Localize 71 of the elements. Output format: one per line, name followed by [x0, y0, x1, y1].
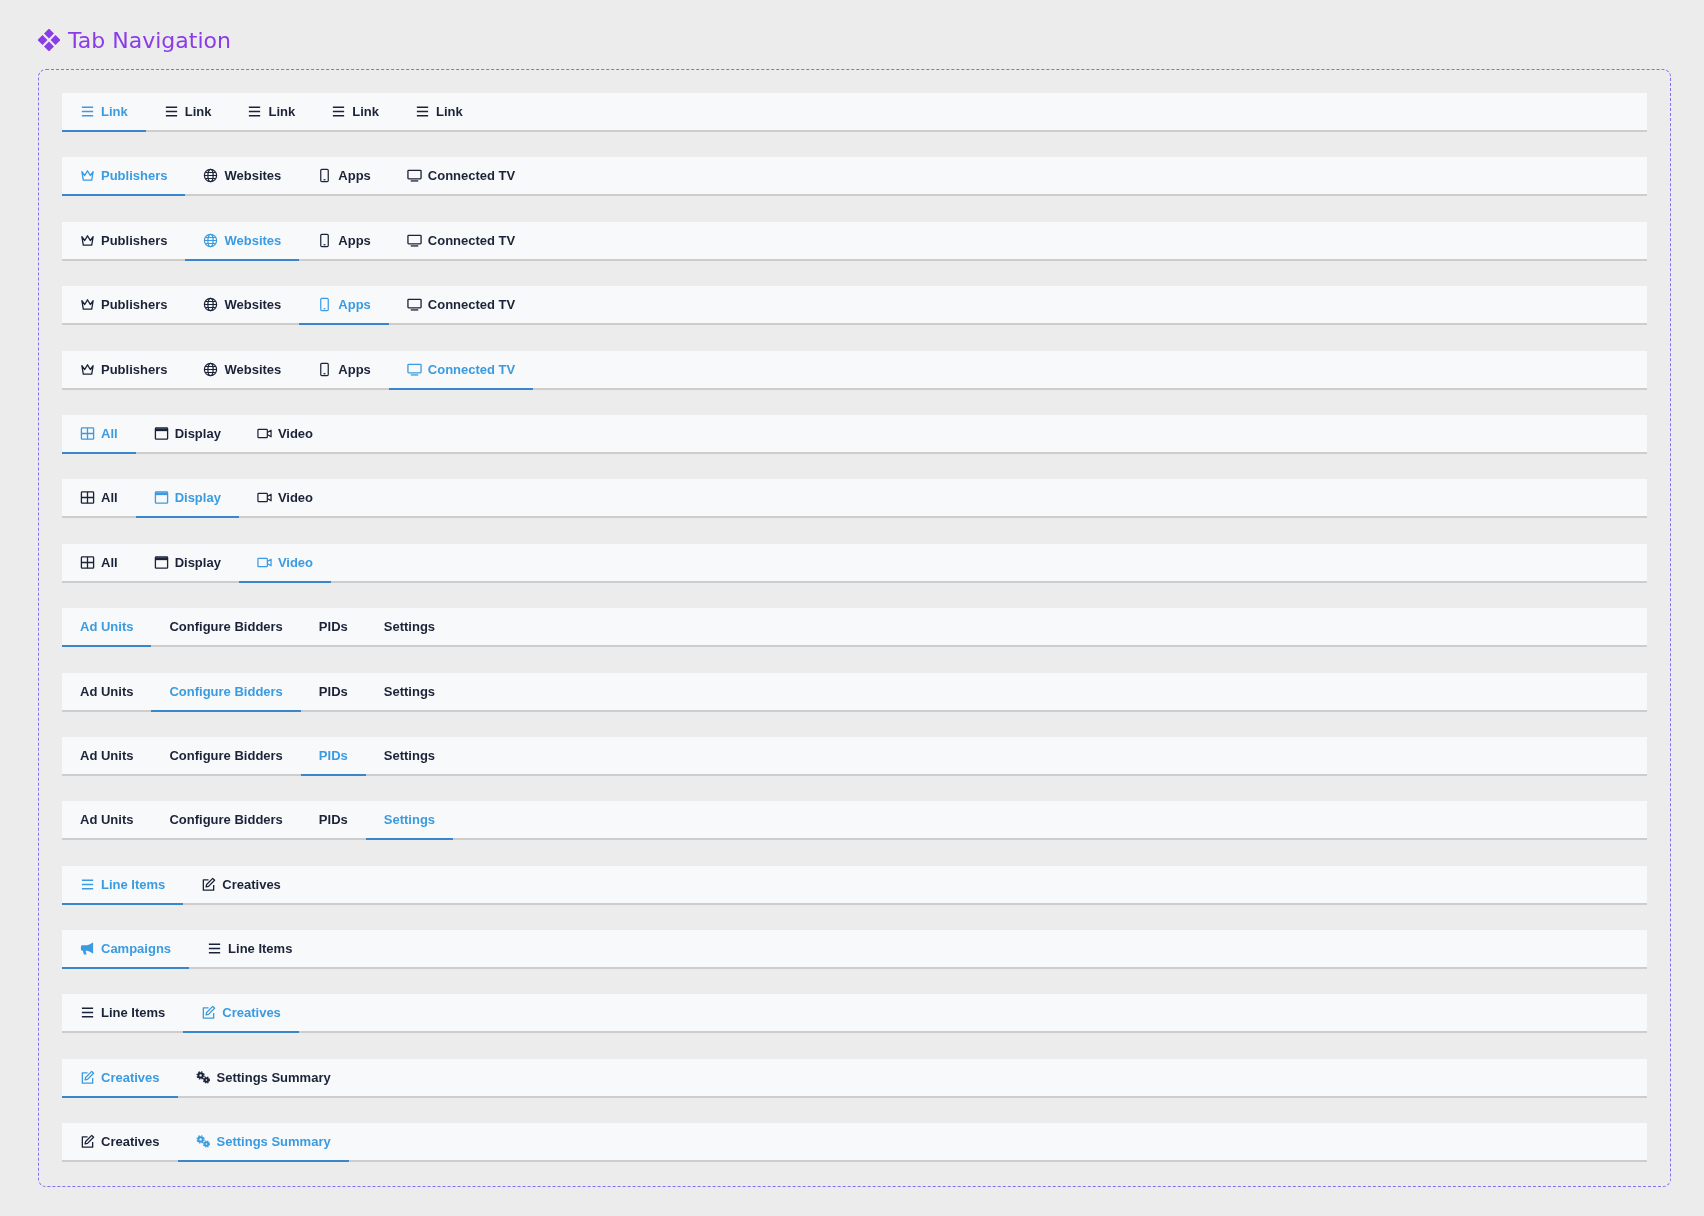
tab[interactable]: Ad Units	[62, 672, 152, 712]
grid-icon	[80, 554, 95, 570]
window-icon	[153, 425, 169, 441]
page-title: Tab Navigation	[68, 27, 231, 53]
tab[interactable]: Websites	[185, 286, 300, 326]
tab[interactable]: Apps	[299, 221, 389, 261]
window-icon	[153, 554, 169, 570]
edit-icon	[80, 1134, 95, 1150]
list-icon	[331, 104, 347, 119]
monitor-icon	[406, 361, 422, 377]
list-icon	[80, 104, 95, 119]
tab[interactable]: Link	[313, 93, 397, 132]
tab[interactable]: Websites	[185, 157, 300, 197]
monitor-icon	[406, 297, 422, 313]
tab[interactable]: Connected TV	[388, 157, 534, 197]
tab[interactable]: PIDs	[300, 801, 366, 841]
tab[interactable]: Configure Bidders	[151, 736, 301, 776]
tab[interactable]: Publishers	[62, 286, 186, 326]
tab[interactable]: Publishers	[62, 350, 186, 390]
grid-icon	[80, 490, 95, 506]
tab[interactable]: Configure Bidders	[151, 801, 301, 841]
globe-icon	[203, 232, 219, 248]
tab[interactable]: Link	[229, 93, 314, 132]
tab[interactable]: Display	[135, 414, 239, 454]
tab[interactable]: Line Items	[62, 994, 184, 1034]
crown-icon	[80, 361, 95, 377]
edit-icon	[80, 1069, 95, 1085]
monitor-icon	[406, 168, 422, 184]
tab[interactable]: Websites	[185, 350, 300, 390]
crown-icon	[80, 297, 95, 313]
tab[interactable]: Configure Bidders	[151, 608, 301, 648]
gears-icon	[195, 1069, 211, 1085]
tab[interactable]: Display	[135, 543, 239, 583]
tab[interactable]: Video	[238, 414, 332, 454]
crown-icon	[80, 168, 95, 184]
gears-icon	[195, 1134, 211, 1150]
grid-icon	[80, 425, 95, 441]
tab[interactable]: Settings	[365, 608, 454, 648]
list-icon	[247, 104, 263, 119]
window-icon	[153, 490, 169, 506]
tab[interactable]: Ad Units	[62, 736, 152, 776]
globe-icon	[203, 297, 219, 313]
megaphone-icon	[80, 941, 95, 957]
tab[interactable]: Connected TV	[388, 221, 534, 261]
tab[interactable]: Apps	[299, 350, 389, 390]
tab[interactable]: Link	[396, 93, 481, 132]
tab[interactable]: Creatives	[183, 865, 299, 905]
tab[interactable]: All	[62, 543, 136, 583]
tab[interactable]: Creatives	[62, 1123, 178, 1163]
tab[interactable]: Line Items	[189, 930, 311, 970]
tab[interactable]: Apps	[299, 157, 389, 197]
tab[interactable]: All	[62, 479, 136, 519]
globe-icon	[203, 168, 219, 184]
tab[interactable]: Video	[238, 479, 332, 519]
tab[interactable]: Connected TV	[388, 286, 534, 326]
edit-icon	[201, 876, 217, 892]
crown-icon	[80, 232, 95, 248]
tab[interactable]: Link	[145, 93, 230, 132]
tab[interactable]: Settings	[365, 736, 454, 776]
diamonds-icon	[38, 29, 60, 51]
tab[interactable]: Settings	[365, 672, 454, 712]
tab[interactable]: PIDs	[300, 672, 366, 712]
globe-icon	[203, 361, 219, 377]
tab[interactable]: PIDs	[300, 608, 366, 648]
edit-icon	[201, 1005, 217, 1021]
list-icon	[414, 104, 430, 119]
tab[interactable]: Settings Summary	[177, 1058, 349, 1098]
list-icon	[163, 104, 179, 119]
tab[interactable]: Ad Units	[62, 801, 152, 841]
monitor-icon	[406, 232, 422, 248]
tab[interactable]: Publishers	[62, 221, 186, 261]
